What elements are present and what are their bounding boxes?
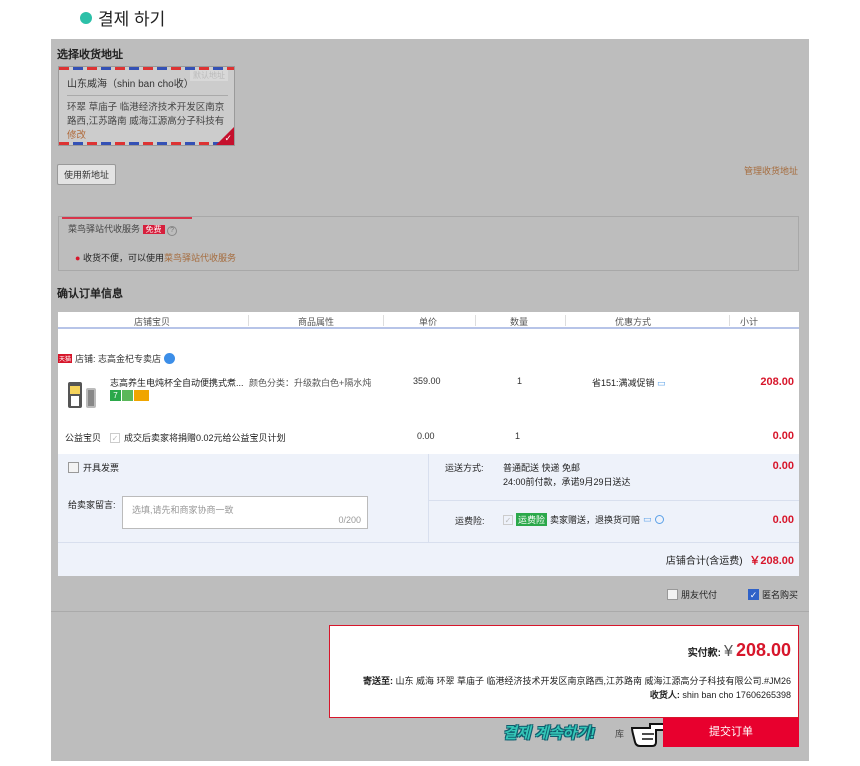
message-counter: 0/200 bbox=[338, 515, 361, 525]
shipping-method: 普通配送 快递 免邮 bbox=[503, 463, 581, 473]
insurance-chat-icon[interactable]: ▭ bbox=[643, 514, 652, 525]
insurance-help-icon[interactable] bbox=[654, 515, 664, 524]
address-edit-link[interactable]: 修改 bbox=[67, 130, 86, 141]
tmall-tag: 天猫 bbox=[58, 354, 73, 363]
address-recipient: 山东威海（shin ban cho收） bbox=[67, 75, 228, 96]
currency-symbol: ¥ bbox=[724, 643, 733, 660]
shipping-promise: 24:00前付款，承诺9月29日送达 bbox=[503, 477, 631, 487]
col-subtotal: 小计 bbox=[740, 317, 759, 327]
submit-order-button[interactable]: 提交订单 bbox=[663, 718, 799, 747]
chat-icon[interactable] bbox=[164, 353, 176, 364]
address-detail: 环翠 草庙子 临港经济技术开发区南京路西,江苏路南 威海江源高分子科技有 bbox=[67, 102, 225, 127]
insurance-fee: 0.00 bbox=[772, 514, 794, 526]
col-discount: 优惠方式 bbox=[615, 317, 652, 327]
invoice-checkbox[interactable] bbox=[68, 462, 79, 473]
page-heading: 결제 하기 bbox=[80, 5, 165, 30]
product-name[interactable]: 志高养生电炖杯全自动便携式煮... bbox=[110, 376, 244, 389]
product-attr: 颜色分类：升级款白色+隔水炖 bbox=[249, 378, 372, 388]
guarantee-icon bbox=[122, 390, 133, 401]
store-total-label: 店铺合计(含运费) bbox=[665, 556, 743, 567]
shipping-label: 运送方式: bbox=[445, 463, 484, 473]
receiver-info: shin ban cho 17606265398 bbox=[682, 690, 791, 700]
check-icon: ✓ bbox=[224, 133, 232, 143]
card-icon bbox=[134, 390, 149, 401]
order-table-header: 店铺宝贝 商品属性 单价 数量 优惠方式 小计 bbox=[58, 312, 799, 329]
friend-pay-label: 朋友代付 bbox=[681, 590, 718, 600]
seven-day-return-icon: 7 bbox=[110, 390, 121, 401]
help-icon[interactable]: ? bbox=[167, 226, 178, 236]
ship-to-address: 山东 威海 环翠 草庙子 临港经济技术开发区南京路西,江苏路南 威海江源高分子科… bbox=[395, 676, 791, 686]
pickup-note: 收货不便，可以使用 bbox=[82, 253, 164, 263]
col-qty: 数量 bbox=[510, 317, 529, 327]
col-price: 单价 bbox=[419, 317, 438, 327]
insurance-checkbox[interactable]: ✓ bbox=[503, 514, 513, 525]
store-total-value: ￥208.00 bbox=[749, 555, 794, 567]
product-price: 359.00 bbox=[413, 376, 441, 386]
charity-price: 0.00 bbox=[417, 431, 435, 441]
manage-address-link[interactable]: 管理收货地址 bbox=[744, 164, 798, 177]
insurance-tag: 运费险 bbox=[516, 513, 548, 526]
paid-amount: 208.00 bbox=[735, 640, 791, 660]
order-section-title: 确认订单信息 bbox=[57, 288, 123, 300]
ship-to-label: 寄送至: bbox=[362, 676, 393, 686]
product-qty: 1 bbox=[517, 376, 523, 386]
service-badges: 7 bbox=[110, 390, 150, 401]
invoice-label: 开具发票 bbox=[83, 463, 120, 473]
address-card[interactable]: 默认地址 山东威海（shin ban cho收） 环翠 草庙子 临港经济技术开发… bbox=[58, 66, 235, 146]
pickup-service-link[interactable]: 菜鸟驿站代收服务 bbox=[164, 253, 236, 263]
receiver-label: 收货人: bbox=[649, 690, 680, 700]
col-item: 店铺宝贝 bbox=[134, 317, 171, 327]
product-subtotal: 208.00 bbox=[760, 376, 794, 388]
anonymous-label: 匿名购买 bbox=[762, 590, 799, 600]
charity-qty: 1 bbox=[515, 431, 521, 441]
friend-pay-checkbox[interactable] bbox=[667, 589, 678, 600]
insurance-label: 运费险: bbox=[455, 516, 485, 526]
pickup-service-title: 菜鸟驿站代收服务 bbox=[68, 224, 141, 234]
order-summary-box: 实付款: ¥ 208.00 寄送至: 山东 威海 环翠 草庙子 临港经济技术开发… bbox=[329, 625, 799, 718]
address-section-title: 选择收货地址 bbox=[57, 49, 123, 61]
paid-label: 实付款: bbox=[687, 648, 722, 659]
service-accent-bar bbox=[62, 217, 192, 219]
message-label: 给卖家留言: bbox=[68, 500, 116, 510]
anonymous-checkbox[interactable]: ✓ bbox=[748, 589, 759, 600]
pickup-service-box: 菜鸟驿站代收服务 免费 ? ● 收货不便，可以使用菜鸟驿站代收服务 bbox=[58, 216, 799, 271]
product-image[interactable] bbox=[66, 376, 99, 412]
seller-message-input[interactable]: 选填,请先和商家协商一致 0/200 bbox=[122, 496, 368, 529]
shipping-fee: 0.00 bbox=[772, 460, 794, 472]
page-title: 결제 하기 bbox=[98, 10, 166, 29]
discount-chat-icon[interactable]: ▭ bbox=[657, 378, 666, 388]
store-name[interactable]: 店铺: 志高金杞专卖店 bbox=[75, 352, 161, 365]
free-tag: 免费 bbox=[142, 225, 165, 234]
insurance-text: 卖家赠送，退换货可赔 bbox=[550, 515, 641, 525]
warning-icon: ● bbox=[75, 253, 81, 263]
charity-subtotal: 0.00 bbox=[772, 430, 794, 442]
col-attr: 商品属性 bbox=[298, 317, 335, 327]
order-table: 店铺宝贝 商品属性 单价 数量 优惠方式 小计 天猫 店铺: 志高金杞专卖店 志… bbox=[58, 312, 799, 576]
message-placeholder: 选填,请先和商家协商一致 bbox=[132, 505, 234, 515]
new-address-button[interactable]: 使用新地址 bbox=[57, 164, 117, 185]
product-discount: 省151:满减促销 bbox=[592, 378, 655, 388]
charity-label: 公益宝贝 bbox=[65, 433, 102, 443]
bullet-dot-icon bbox=[80, 11, 92, 24]
divider bbox=[51, 611, 809, 612]
charity-text: 成交后卖家将捐赠0.02元给公益宝贝计划 bbox=[124, 433, 286, 443]
back-link[interactable]: 库 bbox=[615, 727, 624, 740]
charity-checkbox[interactable]: ✓ bbox=[110, 432, 120, 443]
promo-banner: 결제 계속하기! bbox=[503, 725, 595, 742]
